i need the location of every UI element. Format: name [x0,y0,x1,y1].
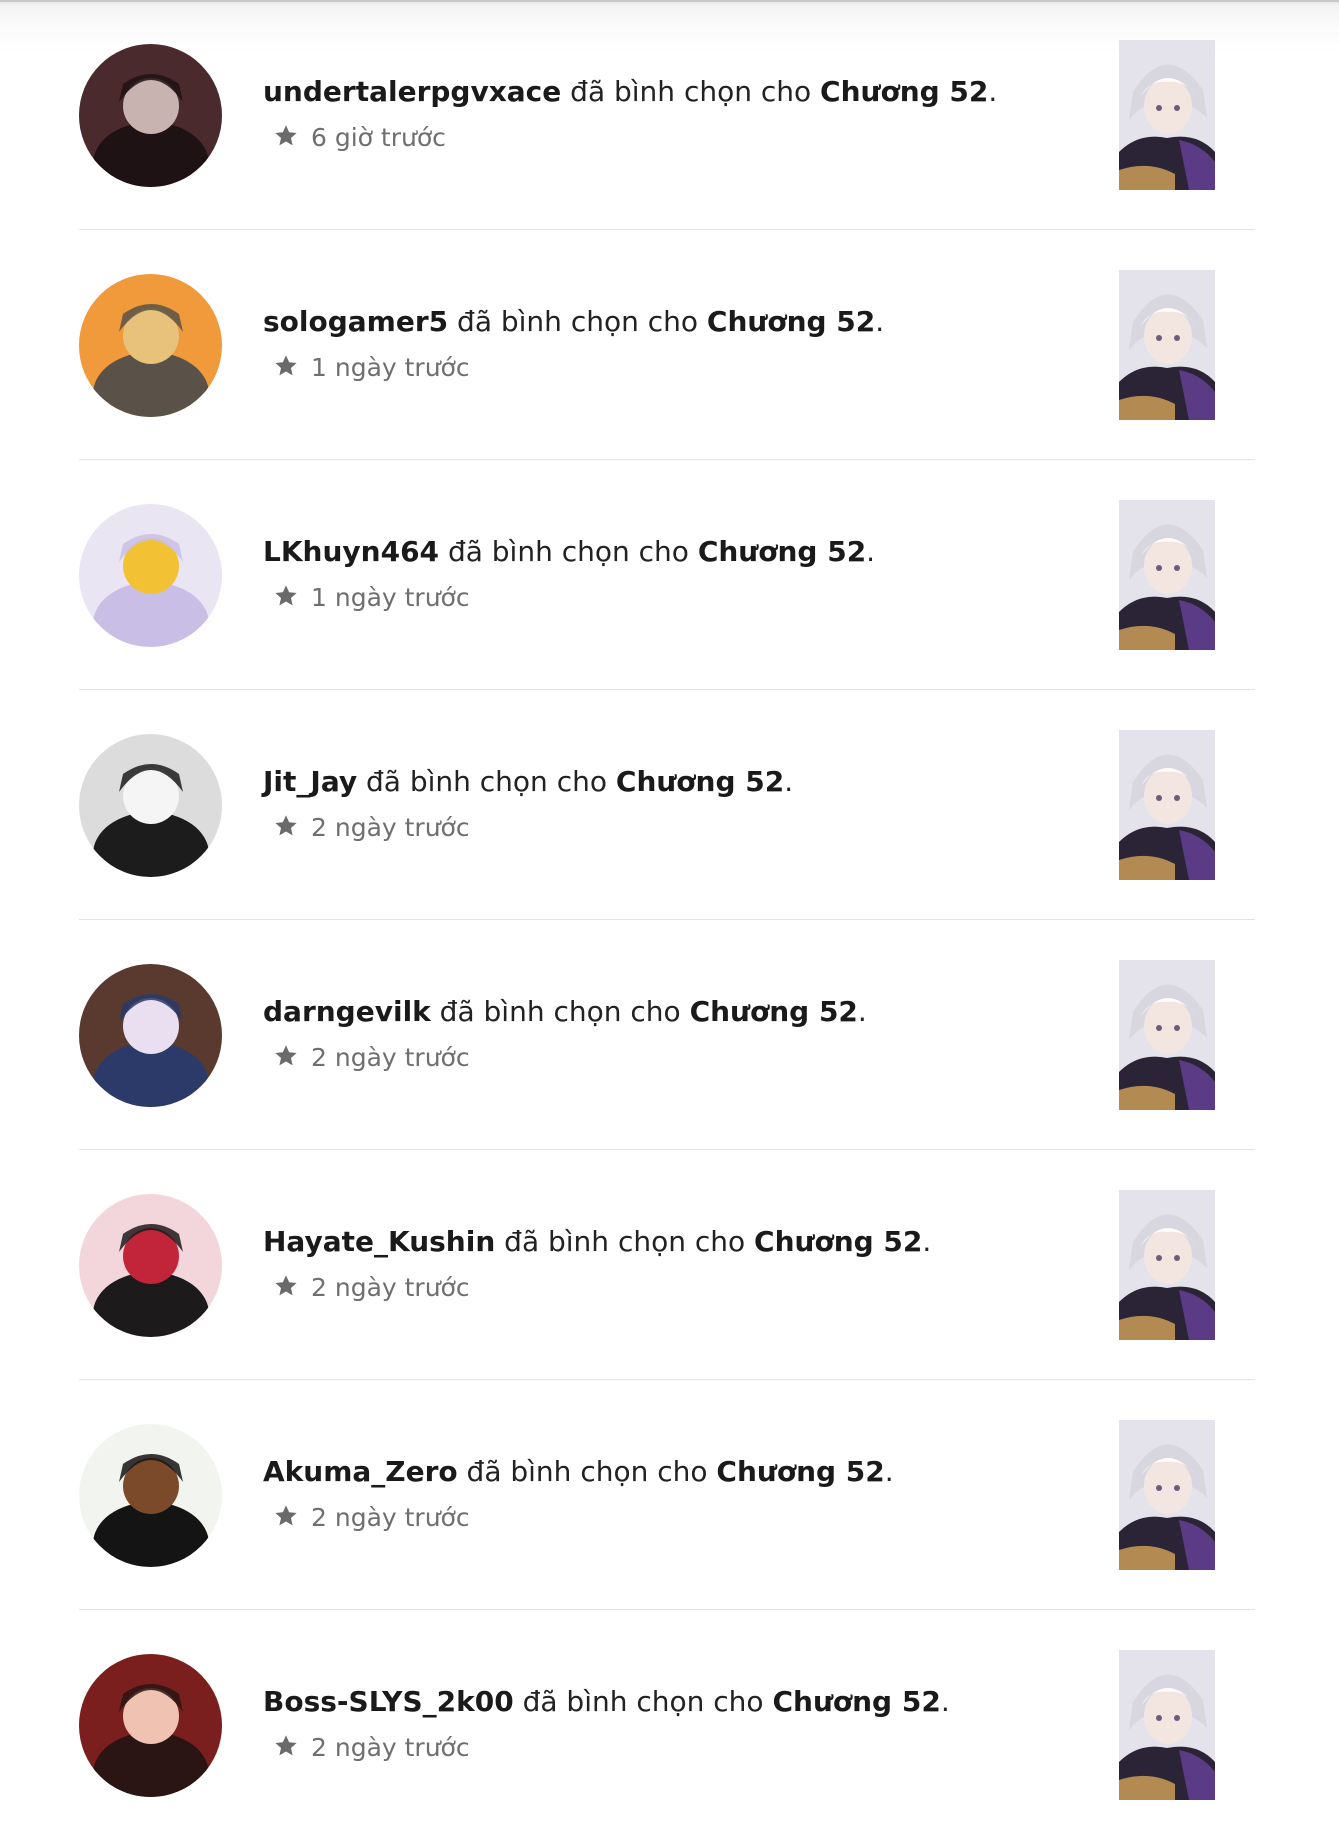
list-item: undertalerpgvxace đã bình chọn cho Chươn… [79,0,1255,230]
story-cover-thumbnail[interactable] [1119,730,1215,880]
timestamp: 2 ngày trước [311,813,470,842]
sentence-period: . [784,765,794,798]
chapter-link[interactable]: Chương 52 [754,1225,922,1258]
vote-action-text: đã bình chọn cho [561,75,821,108]
username-link[interactable]: sologamer5 [263,305,448,338]
vote-sentence: Jit_Jay đã bình chọn cho Chương 52. [263,764,1083,800]
star-icon [273,1043,299,1069]
vote-action-text: đã bình chọn cho [448,305,707,338]
sentence-period: . [922,1225,932,1258]
sentence-period: . [940,1685,950,1718]
vote-sentence: Akuma_Zero đã bình chọn cho Chương 52. [263,1454,1083,1490]
avatar[interactable] [79,44,222,187]
username-link[interactable]: Boss-SLYS_2k00 [263,1685,514,1718]
vote-meta: 2 ngày trước [273,1502,1083,1534]
vote-sentence: LKhuyn464 đã bình chọn cho Chương 52. [263,534,1083,570]
avatar[interactable] [79,964,222,1107]
vote-meta: 1 ngày trước [273,352,1083,384]
star-icon [273,1503,299,1529]
avatar[interactable] [79,1194,222,1337]
vote-action-text: đã bình chọn cho [357,765,616,798]
timestamp: 6 giờ trước [311,123,446,152]
timestamp: 2 ngày trước [311,1273,470,1302]
vote-action-text: đã bình chọn cho [430,995,690,1028]
vote-meta: 2 ngày trước [273,1732,1083,1764]
avatar[interactable] [79,274,222,417]
vote-text: LKhuyn464 đã bình chọn cho Chương 52. 1 n… [263,534,1083,614]
timestamp: 1 ngày trước [311,353,470,382]
vote-action-text: đã bình chọn cho [457,1455,717,1488]
vote-sentence: sologamer5 đã bình chọn cho Chương 52. [263,304,1083,340]
sentence-period: . [875,305,885,338]
vote-text: Akuma_Zero đã bình chọn cho Chương 52. 2 … [263,1454,1083,1534]
story-cover-thumbnail[interactable] [1119,1190,1215,1340]
list-item: Akuma_Zero đã bình chọn cho Chương 52. 2 … [79,1380,1255,1610]
timestamp: 2 ngày trước [311,1043,470,1072]
vote-text: undertalerpgvxace đã bình chọn cho Chươn… [263,74,1083,154]
avatar[interactable] [79,504,222,647]
vote-text: Hayate_Kushin đã bình chọn cho Chương 52… [263,1224,1083,1304]
story-cover-thumbnail[interactable] [1119,960,1215,1110]
list-item: sologamer5 đã bình chọn cho Chương 52. 1 … [79,230,1255,460]
list-item: Hayate_Kushin đã bình chọn cho Chương 52… [79,1150,1255,1380]
vote-action-text: đã bình chọn cho [495,1225,755,1258]
chapter-link[interactable]: Chương 52 [698,535,866,568]
list-item: Jit_Jay đã bình chọn cho Chương 52. 2 ngà… [79,690,1255,920]
username-link[interactable]: darngevilk [263,995,431,1028]
chapter-link[interactable]: Chương 52 [616,765,784,798]
list-item: LKhuyn464 đã bình chọn cho Chương 52. 1 n… [79,460,1255,690]
story-cover-thumbnail[interactable] [1119,40,1215,190]
timestamp: 1 ngày trước [311,583,470,612]
avatar[interactable] [79,734,222,877]
username-link[interactable]: Akuma_Zero [263,1455,458,1488]
star-icon [273,1273,299,1299]
vote-text: sologamer5 đã bình chọn cho Chương 52. 1 … [263,304,1083,384]
chapter-link[interactable]: Chương 52 [772,1685,940,1718]
story-cover-thumbnail[interactable] [1119,500,1215,650]
username-link[interactable]: undertalerpgvxace [263,75,561,108]
vote-sentence: Boss-SLYS_2k00 đã bình chọn cho Chương 5… [263,1684,1083,1720]
sentence-period: . [857,995,867,1028]
vote-meta: 2 ngày trước [273,1272,1083,1304]
vote-sentence: Hayate_Kushin đã bình chọn cho Chương 52… [263,1224,1083,1260]
vote-text: Boss-SLYS_2k00 đã bình chọn cho Chương 5… [263,1684,1083,1764]
vote-meta: 2 ngày trước [273,812,1083,844]
star-icon [273,1733,299,1759]
username-link[interactable]: Jit_Jay [263,765,357,798]
story-cover-thumbnail[interactable] [1119,270,1215,420]
chapter-link[interactable]: Chương 52 [716,1455,884,1488]
vote-meta: 2 ngày trước [273,1042,1083,1074]
story-cover-thumbnail[interactable] [1119,1650,1215,1800]
timestamp: 2 ngày trước [311,1503,470,1532]
star-icon [273,123,299,149]
vote-meta: 6 giờ trước [273,122,1083,154]
vote-text: Jit_Jay đã bình chọn cho Chương 52. 2 ngà… [263,764,1083,844]
vote-text: darngevilk đã bình chọn cho Chương 52. 2 … [263,994,1083,1074]
chapter-link[interactable]: Chương 52 [707,305,875,338]
list-item: darngevilk đã bình chọn cho Chương 52. 2 … [79,920,1255,1150]
timestamp: 2 ngày trước [311,1733,470,1762]
vote-action-text: đã bình chọn cho [439,535,698,568]
avatar[interactable] [79,1424,222,1567]
username-link[interactable]: Hayate_Kushin [263,1225,495,1258]
sentence-period: . [866,535,876,568]
vote-action-text: đã bình chọn cho [513,1685,773,1718]
sentence-period: . [988,75,998,108]
vote-meta: 1 ngày trước [273,582,1083,614]
vote-sentence: darngevilk đã bình chọn cho Chương 52. [263,994,1083,1030]
star-icon [273,813,299,839]
chapter-link[interactable]: Chương 52 [820,75,988,108]
star-icon [273,583,299,609]
avatar[interactable] [79,1654,222,1797]
sentence-period: . [884,1455,894,1488]
list-item: Boss-SLYS_2k00 đã bình chọn cho Chương 5… [79,1610,1255,1840]
chapter-link[interactable]: Chương 52 [690,995,858,1028]
star-icon [273,353,299,379]
username-link[interactable]: LKhuyn464 [263,535,439,568]
vote-sentence: undertalerpgvxace đã bình chọn cho Chươn… [263,74,1083,110]
story-cover-thumbnail[interactable] [1119,1420,1215,1570]
